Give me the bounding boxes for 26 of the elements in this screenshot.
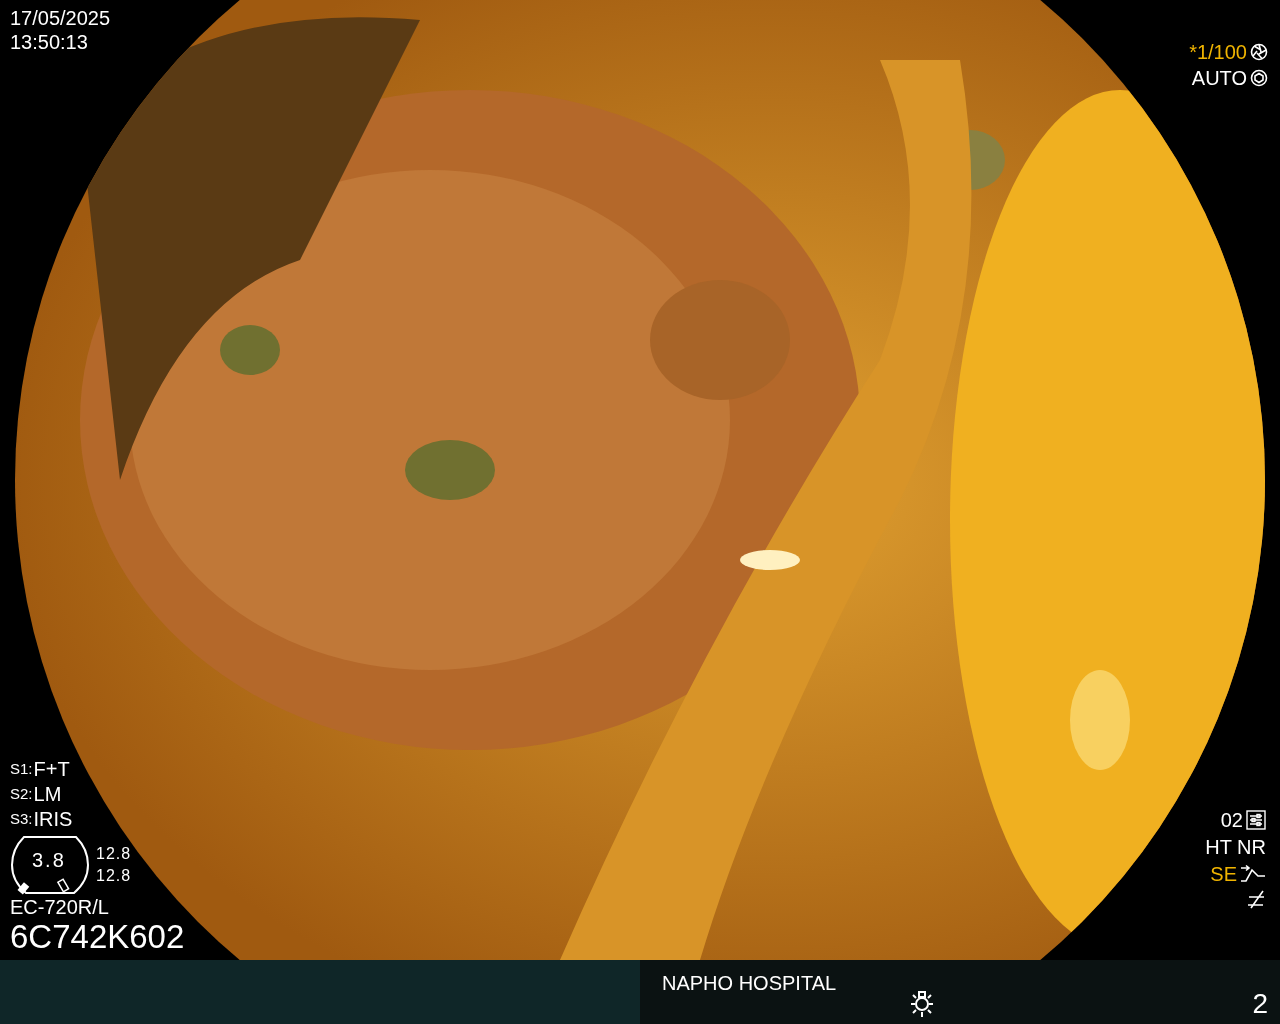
date-text: 17/05/2025 [10, 6, 111, 30]
switch-value: LM [33, 781, 62, 806]
curve-icon [1240, 864, 1266, 884]
exposure-text: *1/100 [1189, 40, 1247, 64]
switch-label: S3: [10, 810, 33, 827]
exposure-text: AUTO [1191, 66, 1247, 90]
mode-text: SE [1210, 862, 1237, 886]
not-equal-icon [1246, 889, 1266, 909]
serial-number: 6C742K602 [10, 919, 185, 955]
mode-text: HT NR [1205, 835, 1266, 859]
time-text: 13:50:13 [10, 30, 89, 54]
aperture-icon [1250, 69, 1268, 87]
aperture-icon [1250, 43, 1268, 61]
page-number: 2 [1252, 988, 1268, 1020]
gauge-value: 3.8 [32, 849, 66, 872]
gauge-icon [10, 835, 90, 895]
switch-label: S2: [10, 785, 33, 802]
switch-value: F+T [33, 756, 70, 781]
reading-text: 12.8 [96, 866, 132, 886]
switch-label: S1: [10, 760, 33, 777]
sliders-icon [1246, 810, 1266, 830]
scope-model: EC-720R/L [10, 895, 110, 919]
reading-text: 12.8 [96, 844, 132, 864]
hospital-name: NAPHO HOSPITAL [662, 972, 837, 995]
switch-value: IRIS [33, 806, 73, 831]
mode-text: 02 [1220, 808, 1243, 832]
